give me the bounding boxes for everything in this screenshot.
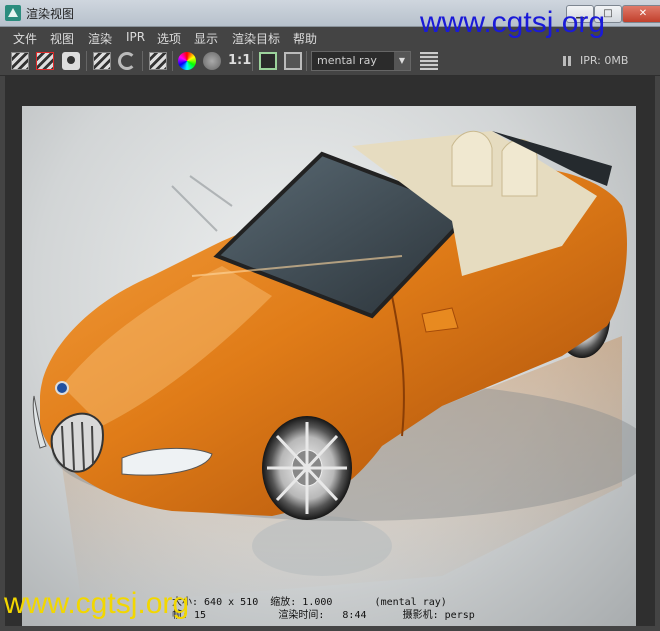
render-size-info: 大小: 640 x 510 缩放: 1.000 (mental ray): [172, 597, 447, 608]
maya-app-icon: [5, 5, 21, 21]
renderer-dropdown[interactable]: mental ray ▼: [311, 51, 411, 71]
keep-image-icon[interactable]: [93, 52, 111, 70]
window-title: 渲染视图: [26, 7, 75, 21]
pause-icon[interactable]: [563, 56, 571, 66]
watermark-bottom: www.cgtsj.org: [4, 587, 190, 620]
render-clapper-icon[interactable]: [11, 52, 29, 70]
rendered-image: 大小: 640 x 510 缩放: 1.000 (mental ray) 帧: …: [22, 106, 636, 626]
chevron-down-icon[interactable]: ▼: [394, 52, 410, 70]
toolbar-divider: [142, 51, 143, 71]
toolbar-divider: [172, 51, 173, 71]
menu-display[interactable]: 显示: [194, 30, 218, 47]
menu-help[interactable]: 帮助: [293, 30, 317, 47]
render-frame-info: 帧: 15 渲染时间: 8:44 摄影机: persp: [172, 610, 475, 621]
menu-render[interactable]: 渲染: [88, 30, 112, 47]
close-button[interactable]: ✕: [622, 5, 660, 23]
toolbar-divider: [86, 51, 87, 71]
ratio-icon[interactable]: 1:1: [228, 52, 251, 70]
menu-view[interactable]: 视图: [50, 30, 74, 47]
render-viewport[interactable]: 大小: 640 x 510 缩放: 1.000 (mental ray) 帧: …: [5, 76, 655, 626]
menu-render-target[interactable]: 渲染目标: [232, 30, 280, 47]
renderer-value: mental ray: [317, 54, 377, 67]
refresh-icon[interactable]: [118, 52, 136, 70]
menu-ipr[interactable]: IPR: [126, 30, 145, 44]
render-layers-icon[interactable]: [420, 52, 438, 70]
snapshot-camera-icon[interactable]: [62, 52, 80, 70]
toolbar-divider: [252, 51, 253, 71]
render-info-overlay: 大小: 640 x 510 缩放: 1.000 (mental ray) 帧: …: [172, 596, 632, 626]
color-channel-icon[interactable]: [178, 52, 196, 70]
watermark-top: www.cgtsj.org: [420, 6, 606, 39]
menu-options[interactable]: 选项: [157, 30, 181, 47]
car-render-illustration: [32, 130, 636, 606]
render-view-window: 渲染视图 ▁ □ ✕ 文件 视图 渲染 IPR 选项 显示 渲染目标 帮助 1:…: [0, 0, 660, 631]
frame-icon[interactable]: [259, 52, 277, 70]
ipr-memory-status: IPR: 0MB: [580, 54, 629, 67]
menu-file[interactable]: 文件: [13, 30, 37, 47]
region-render-icon[interactable]: [36, 52, 54, 70]
toolbar-divider: [306, 51, 307, 71]
gray-channel-icon[interactable]: [203, 52, 221, 70]
alpha-frame-icon[interactable]: [284, 52, 302, 70]
ipr-clapper-icon[interactable]: [149, 52, 167, 70]
